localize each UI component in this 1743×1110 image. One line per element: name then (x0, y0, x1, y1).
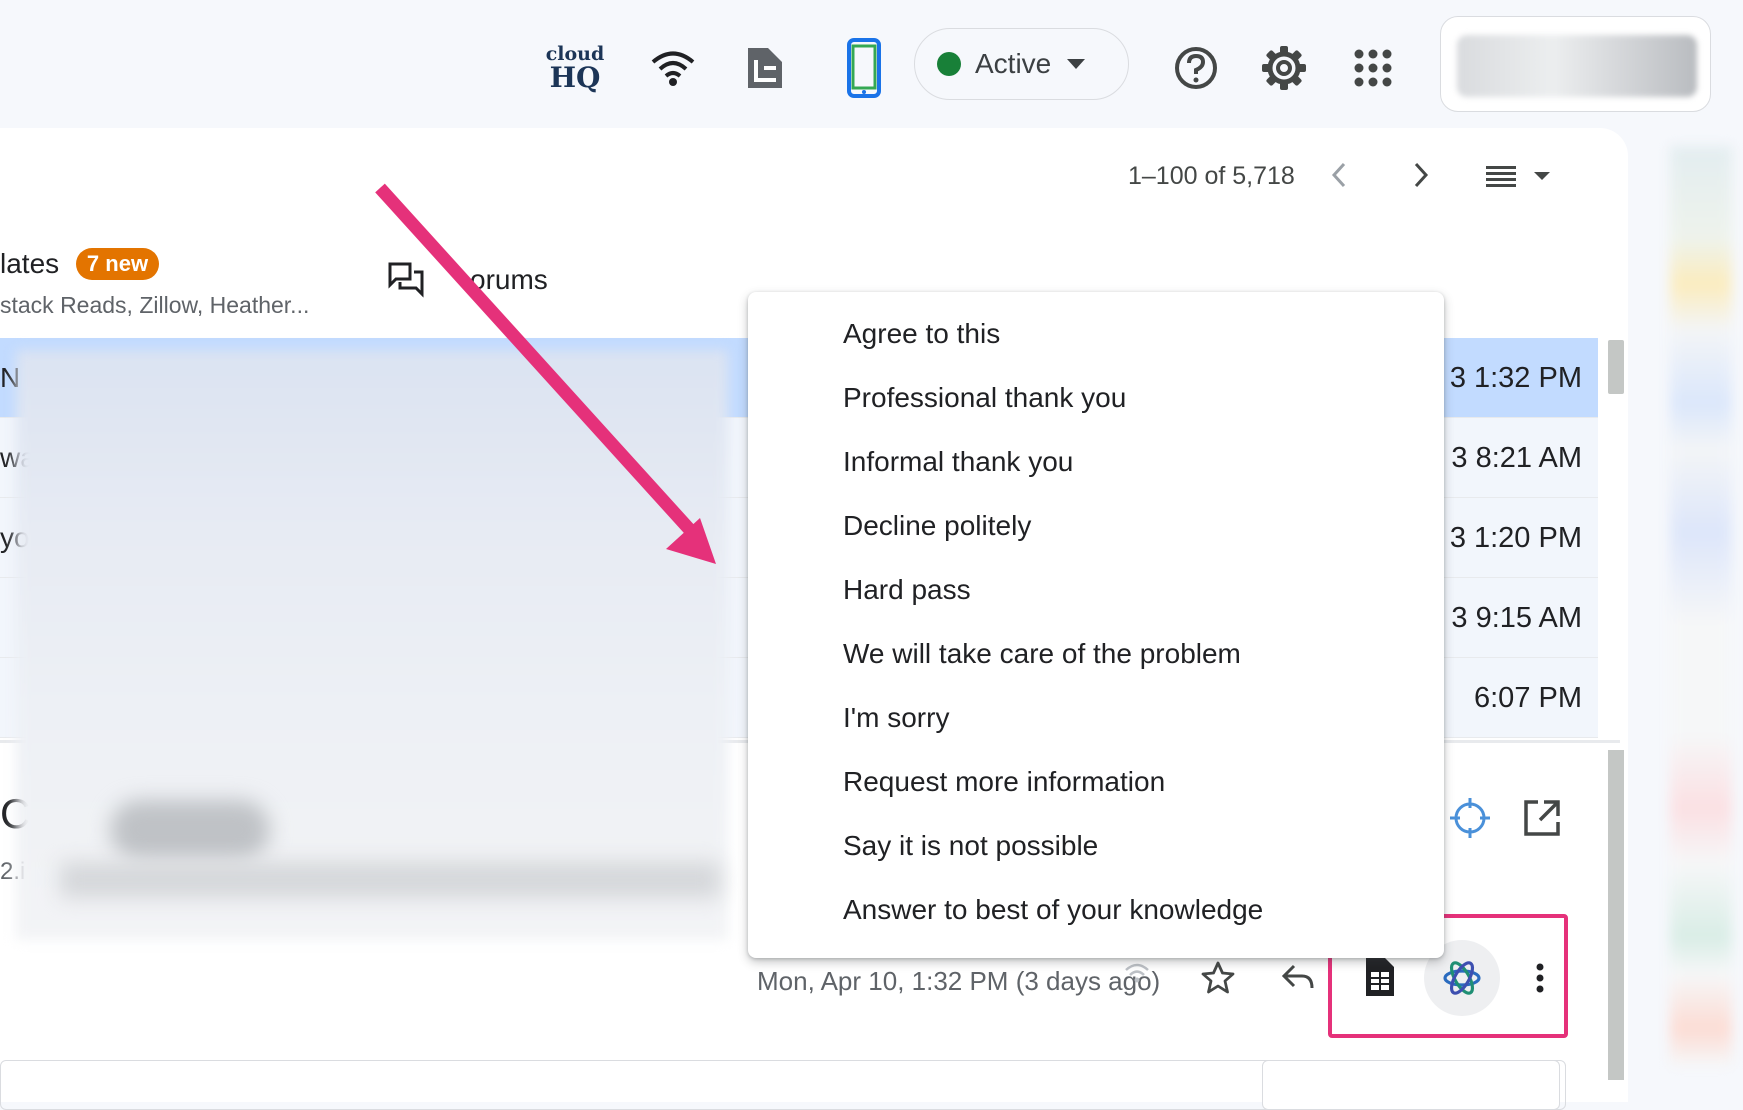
tab-updates-label[interactable]: lates (0, 248, 59, 280)
account-switcher[interactable] (1440, 16, 1711, 112)
message-date: Mon, Apr 10, 1:32 PM (3 days ago) (757, 966, 1161, 996)
cloudhq-icon[interactable]: cloud HQ (545, 44, 605, 92)
tab-updates-senders: stack Reads, Zillow, Heather... (0, 292, 310, 318)
menu-item-best-knowledge[interactable]: Answer to best of your knowledge (843, 894, 1263, 926)
status-dot (937, 52, 961, 76)
side-panel (1656, 146, 1743, 1086)
open-in-new-window-icon[interactable] (1522, 798, 1562, 843)
openai-logo-icon (1443, 961, 1481, 995)
redacted-content (110, 800, 270, 860)
reply-options-box[interactable] (1262, 1060, 1560, 1110)
unread-signal-icon (1124, 962, 1150, 991)
help-icon[interactable] (1168, 40, 1224, 96)
menu-item-informal-thank-you[interactable]: Informal thank you (843, 446, 1073, 478)
settings-gear-icon[interactable] (1256, 40, 1312, 96)
menu-item-agree[interactable]: Agree to this (843, 318, 1000, 350)
next-page-button[interactable] (1408, 160, 1432, 195)
account-avatar (1457, 35, 1697, 97)
document-icon[interactable] (738, 40, 794, 96)
redacted-content (60, 862, 720, 898)
status-dropdown[interactable]: Active (914, 28, 1129, 100)
menu-item-decline-politely[interactable]: Decline politely (843, 510, 1031, 542)
previous-page-button[interactable] (1328, 160, 1352, 195)
message-scrollbar[interactable] (1608, 750, 1624, 1080)
phone-icon[interactable] (836, 38, 892, 98)
pagination-label: 1–100 of 5,718 (1128, 162, 1295, 190)
more-options-icon[interactable] (1534, 962, 1546, 999)
menu-item-take-care[interactable]: We will take care of the problem (843, 638, 1241, 670)
star-icon[interactable] (1200, 960, 1236, 1001)
new-count-badge: 7 new (76, 248, 159, 280)
quick-reply-menu: Agree to this Professional thank you Inf… (748, 292, 1444, 958)
spreadsheet-icon[interactable] (1364, 956, 1396, 1003)
menu-item-sorry[interactable]: I'm sorry (843, 702, 949, 734)
apps-grid-icon[interactable] (1345, 40, 1401, 96)
menu-item-professional-thank-you[interactable]: Professional thank you (843, 382, 1126, 414)
density-menu-button[interactable] (1484, 164, 1554, 193)
list-scrollbar[interactable] (1608, 340, 1624, 394)
status-label: Active (975, 48, 1052, 79)
menu-item-request-info[interactable]: Request more information (843, 766, 1165, 798)
menu-item-not-possible[interactable]: Say it is not possible (843, 830, 1098, 862)
menu-item-hard-pass[interactable]: Hard pass (843, 574, 971, 606)
chevron-down-icon (1067, 59, 1086, 69)
annotation-arrow (375, 183, 716, 564)
reply-icon[interactable] (1280, 962, 1316, 999)
crosshair-icon[interactable] (1448, 796, 1492, 845)
wifi-icon[interactable] (645, 40, 701, 96)
